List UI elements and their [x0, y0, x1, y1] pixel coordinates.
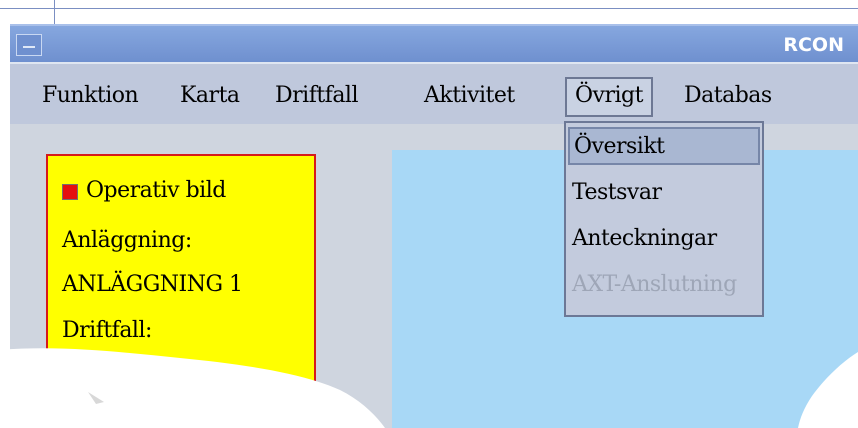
operativ-bild-label: Operativ bild — [86, 178, 226, 203]
title-bar[interactable] — [10, 24, 858, 62]
menu-item-testsvar[interactable]: Testsvar — [572, 179, 662, 207]
window-menu-button[interactable] — [16, 34, 42, 56]
frame-top-line — [0, 8, 858, 9]
facility-value: ANLÄGGNING 1 — [62, 272, 243, 297]
window-title: RCON — [783, 34, 844, 56]
info-panel: Operativ bild Anläggning: ANLÄGGNING 1 D… — [46, 154, 316, 412]
case-label: Driftfall: — [62, 318, 152, 343]
menu-driftfall[interactable]: Driftfall — [275, 82, 359, 110]
menu-karta[interactable]: Karta — [180, 82, 240, 110]
menu-ovrigt[interactable]: Övrigt — [565, 77, 653, 117]
menu-item-anteckningar[interactable]: Anteckningar — [572, 225, 717, 253]
menu-aktivitet[interactable]: Aktivitet — [424, 82, 515, 110]
operativ-bild-checkbox[interactable] — [62, 184, 78, 200]
menu-funktion[interactable]: Funktion — [42, 82, 139, 110]
menu-item-oversikt[interactable]: Översikt — [568, 127, 760, 165]
menu-databas[interactable]: Databas — [684, 82, 772, 110]
menu-item-axt-anslutning: AXT-Anslutning — [572, 272, 737, 297]
ovrigt-dropdown-menu: Översikt Testsvar Anteckningar AXT-Anslu… — [564, 121, 764, 317]
facility-label: Anläggning: — [62, 228, 192, 253]
